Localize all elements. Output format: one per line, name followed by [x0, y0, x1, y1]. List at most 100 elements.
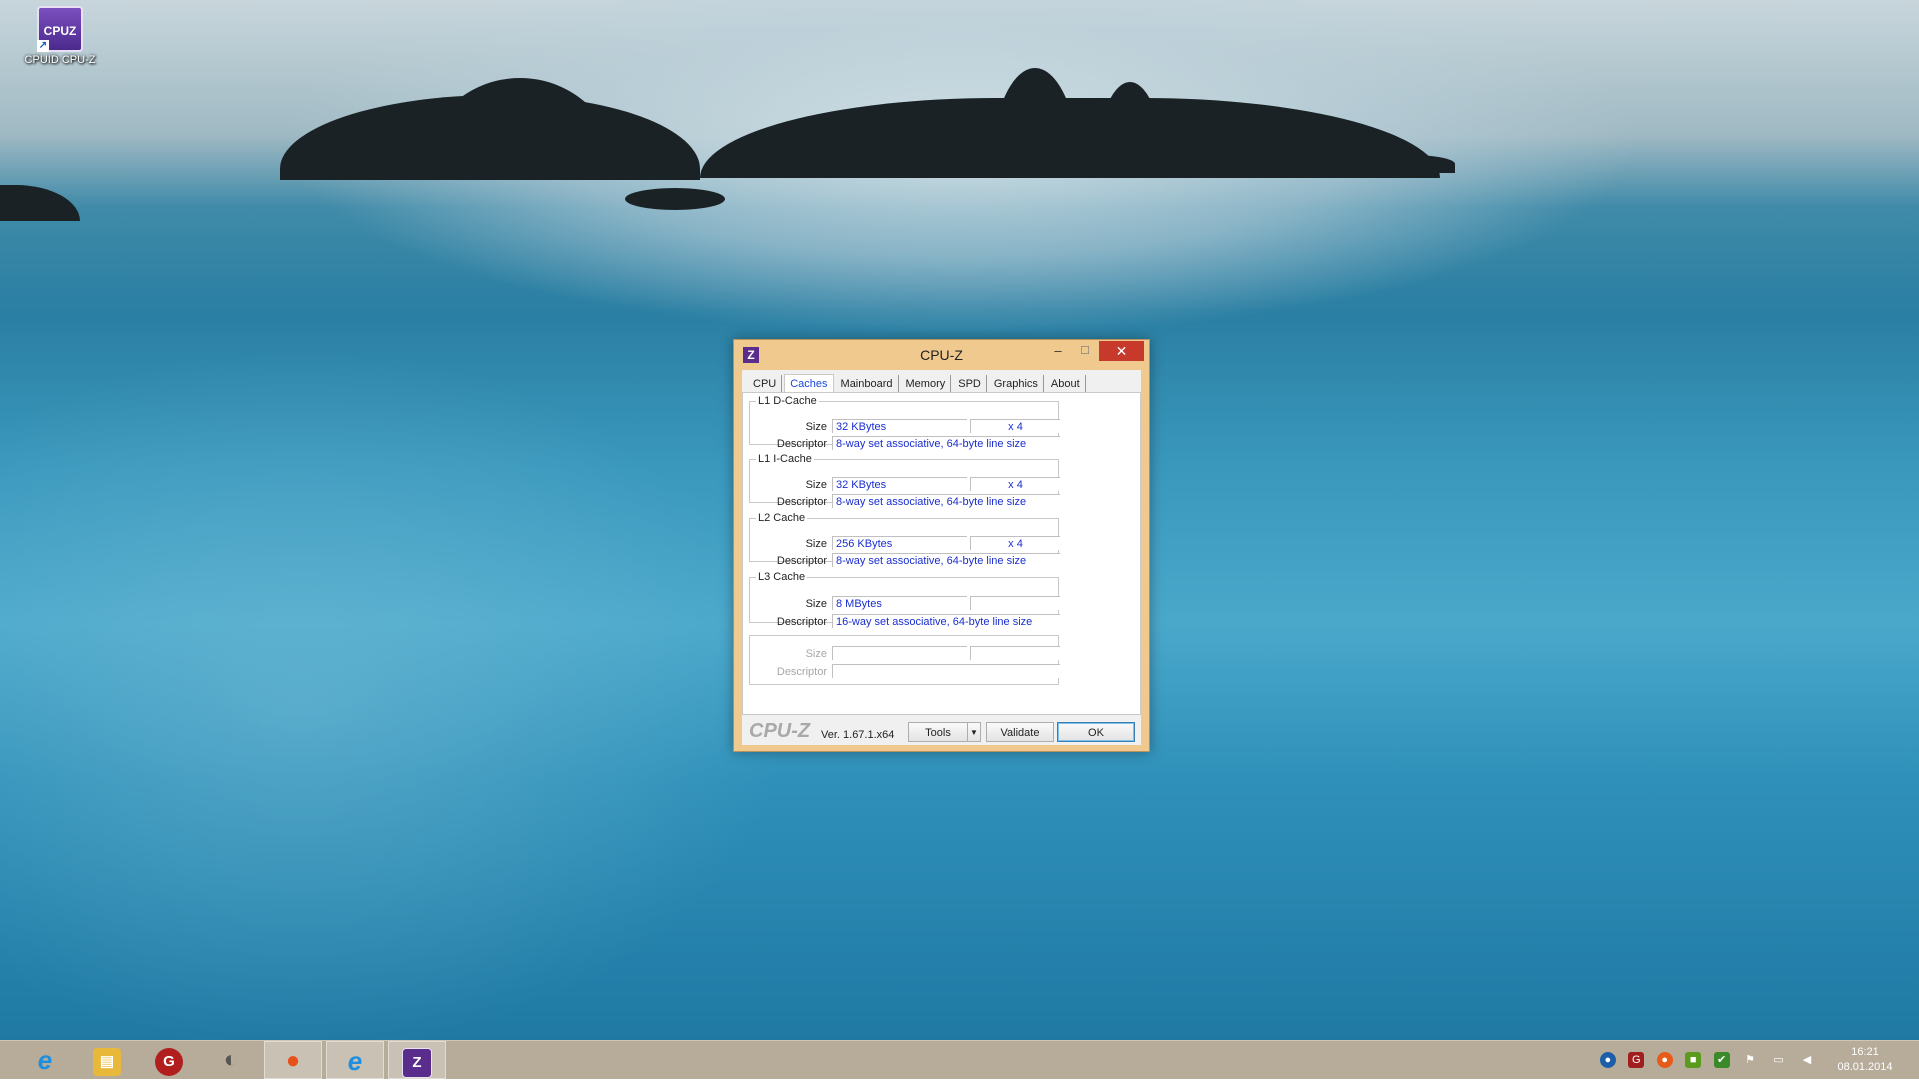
system-tray: ● G ● ■ ✔ ⚑ ▭ ◀ [1596, 1041, 1819, 1079]
orange-tray-icon[interactable]: ● [1656, 1052, 1673, 1068]
caches-panel: L1 D-Cache Size 32 KBytes x 4 Descriptor… [742, 392, 1141, 715]
group-title: L1 D-Cache [758, 395, 817, 407]
tab-about[interactable]: About [1046, 375, 1086, 393]
cpu-z-icon-glyph: CPUZ [43, 24, 77, 38]
cpu-z-logo: CPU-Z [749, 720, 811, 742]
wallpaper-rock [1095, 82, 1165, 178]
desktop-icon-label: CPUID CPU-Z [24, 54, 96, 66]
size-row: Size [750, 646, 1060, 662]
shortcut-arrow-icon: ↗ [37, 40, 49, 52]
wallpaper-rock [0, 185, 80, 221]
size-row: Size 32 KBytes x 4 [750, 419, 1060, 435]
network-icon[interactable]: ▭ [1771, 1052, 1787, 1068]
multiplier-value [970, 596, 1060, 610]
speaker-app-icon: ◐ [223, 1046, 239, 1073]
tab-memory[interactable]: Memory [901, 375, 952, 393]
window-client-area: CPU Caches Mainboard Memory SPD Graphics About… [742, 370, 1141, 745]
cpu-z-icon: Z [402, 1048, 432, 1078]
folder-icon: ▤ [93, 1048, 121, 1076]
size-row: Size 8 MBytes [750, 596, 1060, 612]
descriptor-label: Descriptor [776, 616, 827, 628]
size-value: 256 KBytes [832, 536, 967, 550]
cpu-z-window: Z CPU-Z – ☐ ✕ CPU Caches Mainboard Memory SP… [733, 339, 1150, 752]
shield-icon[interactable]: ✔ [1713, 1052, 1730, 1068]
taskbar-gpu-tweak[interactable]: G [140, 1041, 198, 1079]
tab-spd[interactable]: SPD [953, 375, 987, 393]
validate-button[interactable]: Validate [986, 722, 1054, 742]
desktop-wallpaper: CPUZ ↗ CPUID CPU-Z Z CPU-Z – ☐ ✕ CPU Cach… [0, 0, 1919, 1040]
tab-caches[interactable]: Caches [784, 374, 834, 393]
size-value [832, 646, 967, 660]
tab-graphics[interactable]: Graphics [989, 375, 1044, 393]
close-button[interactable]: ✕ [1099, 341, 1144, 361]
clock-date: 08.01.2014 [1837, 1061, 1893, 1073]
size-value: 8 MBytes [832, 596, 967, 610]
multiplier-value: x 4 [970, 419, 1060, 433]
title-bar[interactable]: Z CPU-Z – ☐ ✕ [734, 340, 1149, 370]
ok-button[interactable]: OK [1057, 722, 1135, 742]
orange-app-icon: ● [285, 1047, 301, 1074]
descriptor-label: Descriptor [776, 555, 827, 567]
descriptor-label: Descriptor [776, 438, 827, 450]
taskbar-cpu-z[interactable]: Z [388, 1041, 446, 1079]
multiplier-value [970, 646, 1060, 660]
descriptor-label: Descriptor [776, 666, 827, 678]
size-label: Size [805, 479, 827, 491]
size-row: Size 256 KBytes x 4 [750, 536, 1060, 552]
cpu-z-icon: CPUZ ↗ [37, 6, 83, 52]
descriptor-value: 8-way set associative, 64-byte line size [832, 436, 1060, 450]
taskbar-internet-explorer-2[interactable]: e [326, 1041, 384, 1079]
empty-cache-group: Size Descriptor [749, 635, 1060, 685]
wallpaper-rock [625, 188, 725, 210]
tab-strip: CPU Caches Mainboard Memory SPD Graphics About [748, 374, 1088, 393]
globe-icon[interactable]: ● [1599, 1052, 1616, 1068]
tab-mainboard[interactable]: Mainboard [836, 375, 899, 393]
multiplier-value: x 4 [970, 477, 1060, 491]
descriptor-value: 16-way set associative, 64-byte line siz… [832, 614, 1060, 628]
tools-dropdown-icon[interactable]: ▼ [967, 722, 981, 742]
flag-icon[interactable]: ⚑ [1742, 1052, 1758, 1068]
group-title: L3 Cache [758, 571, 806, 583]
internet-explorer-icon: e [37, 1045, 53, 1075]
minimize-button[interactable]: – [1045, 341, 1071, 361]
taskbar-internet-explorer[interactable]: e [16, 1041, 74, 1079]
multiplier-value: x 4 [970, 536, 1060, 550]
nvidia-icon[interactable]: ■ [1685, 1052, 1702, 1068]
clock-time: 16:21 [1851, 1046, 1879, 1058]
size-label: Size [805, 421, 827, 433]
l2-cache-group: L2 Cache Size 256 KBytes x 4 Descriptor … [749, 512, 1060, 567]
volume-icon[interactable]: ◀ [1799, 1052, 1815, 1068]
group-title: L1 I-Cache [758, 453, 812, 465]
descriptor-row: Descriptor 16-way set associative, 64-by… [750, 614, 1060, 630]
tab-cpu[interactable]: CPU [748, 375, 783, 393]
taskbar-speaker-app[interactable]: ◐ [202, 1041, 260, 1079]
size-value: 32 KBytes [832, 419, 967, 433]
wallpaper-rock [990, 68, 1080, 178]
wallpaper-rock [420, 78, 620, 178]
descriptor-value: 8-way set associative, 64-byte line size [832, 553, 1060, 567]
l3-cache-group: L3 Cache Size 8 MBytes Descriptor 16-way… [749, 571, 1060, 628]
gpu-tweak-icon: G [155, 1048, 183, 1076]
size-row: Size 32 KBytes x 4 [750, 477, 1060, 493]
l1-d-cache-group: L1 D-Cache Size 32 KBytes x 4 Descriptor… [749, 395, 1060, 450]
descriptor-value [832, 664, 1060, 678]
taskbar-file-explorer[interactable]: ▤ [78, 1041, 136, 1079]
taskbar: e ▤ G ◐ ● e Z ● G ● ■ ✔ ⚑ ▭ ◀ 16:21 08.0… [0, 1040, 1919, 1079]
l1-i-cache-group: L1 I-Cache Size 32 KBytes x 4 Descriptor… [749, 453, 1060, 508]
descriptor-row: Descriptor 8-way set associative, 64-byt… [750, 553, 1060, 569]
tools-button[interactable]: Tools [908, 722, 968, 742]
descriptor-row: Descriptor 8-way set associative, 64-byt… [750, 494, 1060, 510]
group-title: L2 Cache [758, 512, 806, 524]
gpu-tweak-tray-icon[interactable]: G [1628, 1052, 1645, 1068]
clock[interactable]: 16:21 08.01.2014 [1823, 1045, 1907, 1075]
version-label: Ver. 1.67.1.x64 [821, 729, 895, 741]
descriptor-row: Descriptor 8-way set associative, 64-byt… [750, 436, 1060, 452]
desktop-icon-cpu-z[interactable]: CPUZ ↗ CPUID CPU-Z [20, 6, 100, 76]
size-label: Size [805, 598, 827, 610]
size-label: Size [805, 648, 827, 660]
maximize-button[interactable]: ☐ [1072, 341, 1098, 361]
size-value: 32 KBytes [832, 477, 967, 491]
descriptor-value: 8-way set associative, 64-byte line size [832, 494, 1060, 508]
taskbar-orange-app[interactable]: ● [264, 1041, 322, 1079]
descriptor-row: Descriptor [750, 664, 1060, 680]
